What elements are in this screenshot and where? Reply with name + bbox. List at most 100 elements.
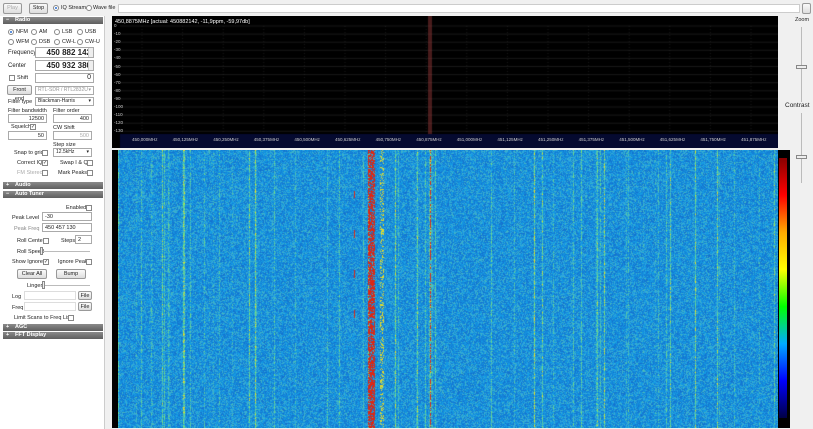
filter-bandwidth-input[interactable]: 12500 (8, 114, 47, 123)
shift-checkbox[interactable] (9, 75, 15, 81)
front-end-select[interactable]: RTL-SDR / RTL2832U (35, 86, 94, 95)
front-end-button[interactable]: Front end (7, 85, 32, 95)
db-tick: -70 (114, 80, 121, 85)
filter-order-input[interactable]: 400 (53, 114, 92, 123)
wave-file-label: Wave file (93, 5, 115, 11)
cw-shift-input[interactable]: 500 (53, 131, 92, 140)
contrast-slider-thumb[interactable] (796, 155, 807, 159)
peak-freq-label: Peak Freq (14, 226, 39, 232)
audio-header[interactable]: + Audio (3, 182, 103, 189)
squelch-checkbox[interactable]: ✓ (30, 124, 36, 130)
linger-slider[interactable] (41, 285, 90, 286)
roll-center-checkbox[interactable] (43, 238, 49, 244)
filter-type-select[interactable]: Blackman-Harris (35, 97, 94, 106)
audio-header-label: Audio (15, 182, 31, 188)
waterfall[interactable] (112, 150, 790, 428)
mode-radio-cw-u[interactable] (77, 39, 83, 45)
filter-type-label: Filter type (8, 99, 32, 105)
freq-tick: 451,500MHz (619, 137, 645, 142)
agc-header-label: AGC (15, 324, 27, 330)
peak-freq-input[interactable]: 450 457 130 (42, 223, 92, 232)
freq-tick: 451,375MHz (579, 137, 605, 142)
mark-peaks-checkbox[interactable] (87, 170, 93, 176)
auto-tuner-header[interactable]: − Auto Tuner (3, 191, 103, 198)
mode-label: CW-U (85, 39, 100, 45)
mode-radio-nfm[interactable] (8, 29, 14, 35)
freq-file-input[interactable] (24, 302, 76, 311)
play-button[interactable]: Play (3, 3, 22, 14)
contrast-label: Contrast (784, 102, 811, 110)
roll-speed-slider[interactable] (40, 251, 90, 252)
steps-input[interactable]: 2 (75, 235, 92, 244)
shift-input[interactable]: 0 (35, 73, 94, 83)
frequency-label: Frequency (8, 50, 36, 56)
mode-label: AM (39, 29, 47, 35)
peak-level-label: Peak Level (12, 215, 39, 221)
spectrum-plot[interactable] (112, 16, 778, 148)
fm-stereo-checkbox[interactable] (42, 170, 48, 176)
mode-radio-cw-l[interactable] (54, 39, 60, 45)
fft-display-header-label: FFT Display (15, 332, 46, 338)
mode-radio-usb[interactable] (77, 29, 83, 35)
show-ignored-checkbox[interactable]: ✓ (43, 259, 49, 265)
frequency-input[interactable]: 450 882 142 (35, 47, 94, 58)
peak-level-input[interactable]: -30 (42, 212, 92, 221)
fft-display-header[interactable]: + FFT Display (3, 332, 103, 339)
enabled-checkbox[interactable] (86, 205, 92, 211)
frequency-spinner[interactable] (88, 48, 93, 57)
db-tick: 0 (114, 23, 117, 28)
mode-radio-dsb[interactable] (31, 39, 37, 45)
browse-button[interactable] (802, 3, 811, 14)
waterfall-display[interactable] (118, 150, 778, 428)
correct-iq-checkbox[interactable]: ✓ (42, 160, 48, 166)
db-tick: -60 (114, 72, 121, 77)
mode-radio-am[interactable] (31, 29, 37, 35)
bump-button[interactable]: Bump (56, 269, 86, 279)
freq-tick: 451,750MHz (700, 137, 726, 142)
ignore-peak-checkbox[interactable] (86, 259, 92, 265)
mode-radio-wfm[interactable] (8, 39, 14, 45)
iq-stream-radio[interactable] (53, 5, 59, 11)
snap-checkbox[interactable] (42, 150, 48, 156)
freq-tick: 450,500MHz (294, 137, 320, 142)
agc-header[interactable]: + AGC (3, 324, 103, 331)
squelch-label: Squelch (11, 124, 31, 130)
radio-header-label: Radio (15, 17, 30, 23)
freq-tick: 450,750MHz (376, 137, 402, 142)
log-file-button[interactable]: File (78, 291, 92, 300)
wave-file-radio[interactable] (86, 5, 92, 11)
expand-icon: + (6, 182, 9, 189)
spectrum-analyzer[interactable]: 450,8875MHz [actual: 450882142, -11,9ppm… (112, 16, 778, 148)
zoom-slider-thumb[interactable] (796, 65, 807, 69)
freq-tick: 451,000MHz (457, 137, 483, 142)
linger-thumb[interactable] (42, 281, 45, 289)
contrast-slider[interactable] (801, 113, 802, 183)
mode-label: LSB (62, 29, 72, 35)
radio-header[interactable]: − Radio (3, 17, 103, 24)
expand-icon: + (6, 332, 9, 339)
db-tick: -100 (114, 104, 123, 109)
shift-label: Shift (17, 75, 28, 81)
limit-scans-checkbox[interactable] (68, 315, 74, 321)
stop-button[interactable]: Stop (29, 3, 48, 14)
collapse-icon: − (6, 191, 9, 198)
center-spinner[interactable] (88, 61, 93, 70)
freq-tick: 451,875MHz (741, 137, 767, 142)
mode-radio-lsb[interactable] (54, 29, 60, 35)
roll-speed-thumb[interactable] (40, 247, 43, 255)
step-size-select[interactable]: 12.5kHz (53, 148, 92, 157)
freq-list-label: Freq (12, 305, 23, 311)
clear-all-button[interactable]: Clear All (17, 269, 47, 279)
db-tick: -10 (114, 31, 121, 36)
freq-file-button[interactable]: File (78, 302, 92, 311)
center-input[interactable]: 450 932 380 (35, 60, 94, 71)
freq-tick: 451,625MHz (660, 137, 686, 142)
enabled-label: Enabled (66, 205, 86, 211)
source-path-input[interactable] (118, 4, 800, 13)
freq-tick: 450,125MHz (173, 137, 199, 142)
db-tick: -50 (114, 64, 121, 69)
db-tick: -20 (114, 39, 121, 44)
log-file-input[interactable] (24, 291, 76, 300)
squelch-input[interactable]: 50 (8, 131, 47, 140)
swap-iq-checkbox[interactable] (87, 160, 93, 166)
